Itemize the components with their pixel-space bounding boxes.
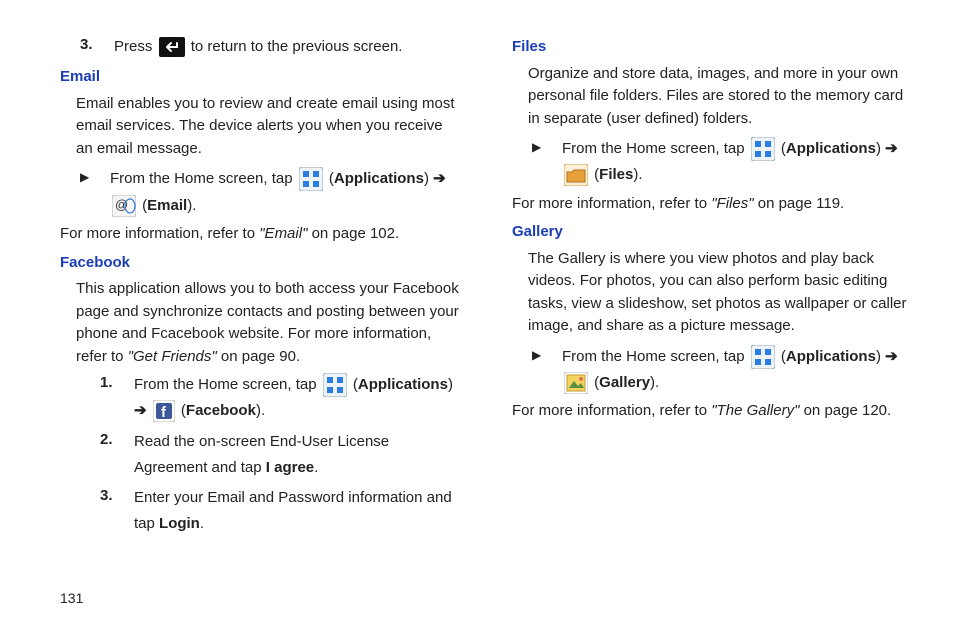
- applications-label: Applications: [358, 376, 448, 393]
- gallery-intro: The Gallery is where you view photos and…: [528, 248, 914, 338]
- gallery-icon: [564, 370, 588, 396]
- applications-icon: [751, 136, 775, 162]
- applications-label: Applications: [786, 348, 876, 365]
- arrow-icon: ➔: [885, 136, 898, 162]
- text: Press: [114, 38, 157, 55]
- text: ): [424, 170, 433, 187]
- arrow-icon: ➔: [885, 344, 898, 370]
- arrow-icon: ➔: [433, 166, 446, 192]
- text: ).: [187, 197, 196, 214]
- facebook-step-1: 1. From the Home screen, tap (Applicatio…: [100, 372, 462, 425]
- text: Read the on-screen End-User License Agre…: [134, 433, 389, 476]
- facebook-step-2: 2. Read the on-screen End-User License A…: [100, 429, 462, 482]
- applications-icon: [323, 372, 347, 398]
- text: From the Home screen, tap: [562, 140, 749, 157]
- triangle-bullet-icon: ▶: [532, 344, 546, 397]
- list-number: 3.: [100, 485, 118, 538]
- page-number: 131: [60, 590, 83, 606]
- step-3-press-back: 3. Press to return to the previous scree…: [80, 34, 462, 60]
- triangle-bullet-icon: ▶: [80, 166, 94, 219]
- text: ).: [633, 166, 642, 183]
- text: From the Home screen, tap: [110, 170, 297, 187]
- email-nav-step: ▶ From the Home screen, tap (Application…: [80, 166, 462, 219]
- files-nav-step: ▶ From the Home screen, tap (Application…: [532, 136, 914, 189]
- heading-email: Email: [60, 66, 462, 89]
- email-icon: @: [112, 193, 136, 219]
- text: ): [876, 140, 885, 157]
- applications-icon: [751, 344, 775, 370]
- text: ).: [650, 374, 659, 391]
- i-agree-label: I agree: [266, 459, 314, 476]
- reference-link[interactable]: "Email": [259, 225, 307, 242]
- text: .: [200, 515, 204, 532]
- text: ): [876, 348, 885, 365]
- files-label: Files: [599, 166, 633, 183]
- right-column: Files Organize and store data, images, a…: [512, 30, 914, 542]
- heading-facebook: Facebook: [60, 252, 462, 275]
- applications-label: Applications: [786, 140, 876, 157]
- reference-link[interactable]: "Get Friends": [128, 348, 217, 365]
- text: to return to the previous screen.: [191, 38, 403, 55]
- email-label: Email: [147, 197, 187, 214]
- text: .: [314, 459, 318, 476]
- files-icon: [564, 162, 588, 188]
- list-number: 1.: [100, 372, 118, 425]
- text: From the Home screen, tap: [562, 348, 749, 365]
- reference-link[interactable]: "Files": [711, 195, 753, 212]
- arrow-icon: ➔: [134, 398, 147, 424]
- files-reference: For more information, refer to "Files" o…: [512, 193, 914, 216]
- left-column: 3. Press to return to the previous scree…: [60, 30, 462, 542]
- text: ).: [256, 402, 265, 419]
- gallery-reference: For more information, refer to "The Gall…: [512, 400, 914, 423]
- reference-link[interactable]: "The Gallery": [711, 402, 799, 419]
- applications-icon: [299, 166, 323, 192]
- list-number: 3.: [80, 34, 98, 60]
- applications-label: Applications: [334, 170, 424, 187]
- triangle-bullet-icon: ▶: [532, 136, 546, 189]
- facebook-intro: This application allows you to both acce…: [76, 278, 462, 368]
- text: From the Home screen, tap: [134, 376, 321, 393]
- heading-gallery: Gallery: [512, 221, 914, 244]
- back-icon: [159, 34, 185, 60]
- list-number: 2.: [100, 429, 118, 482]
- email-intro: Email enables you to review and create e…: [76, 93, 462, 161]
- facebook-label: Facebook: [186, 402, 256, 419]
- login-label: Login: [159, 515, 200, 532]
- gallery-nav-step: ▶ From the Home screen, tap (Application…: [532, 344, 914, 397]
- facebook-step-3: 3. Enter your Email and Password informa…: [100, 485, 462, 538]
- email-reference: For more information, refer to "Email" o…: [60, 223, 462, 246]
- files-intro: Organize and store data, images, and mor…: [528, 63, 914, 131]
- text: ): [448, 376, 453, 393]
- gallery-label: Gallery: [599, 374, 650, 391]
- facebook-icon: f: [153, 398, 175, 424]
- heading-files: Files: [512, 36, 914, 59]
